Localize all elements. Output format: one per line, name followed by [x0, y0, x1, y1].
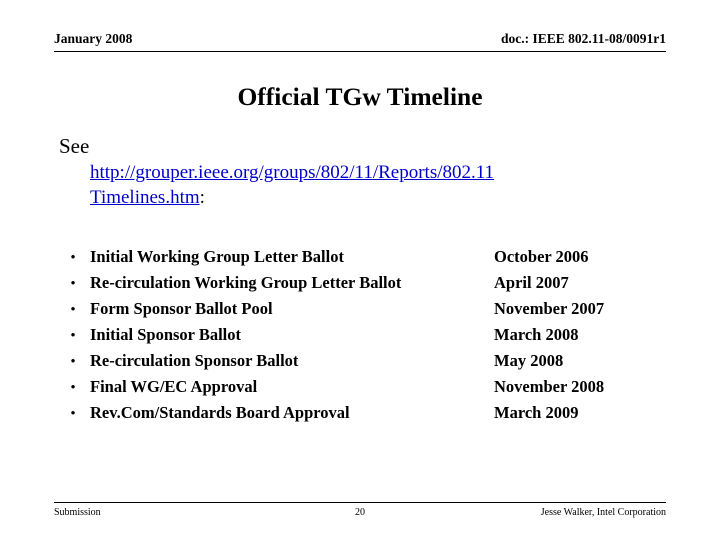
milestone-date: April 2007 — [494, 273, 569, 292]
bullet-icon: • — [70, 379, 76, 394]
list-item: • Final WG/EC Approval November 2008 — [54, 374, 666, 400]
timeline-url-link-line2[interactable]: Timelines.htm — [90, 187, 200, 208]
list-item: • Initial Working Group Letter Ballot Oc… — [54, 244, 666, 270]
list-item: • Re-circulation Sponsor Ballot May 2008 — [54, 348, 666, 374]
url-trailing-colon: : — [199, 187, 205, 208]
list-item: • Initial Sponsor Ballot March 2008 — [54, 322, 666, 348]
milestone-label: Initial Working Group Letter Ballot — [90, 247, 344, 266]
list-item: • Re-circulation Working Group Letter Ba… — [54, 270, 666, 296]
milestone-label: Re-circulation Sponsor Ballot — [90, 351, 299, 370]
header-doc-id: doc.: IEEE 802.11-08/0091r1 — [500, 31, 666, 46]
milestone-date: March 2009 — [494, 403, 579, 422]
bullet-icon: • — [70, 405, 76, 420]
milestone-date: November 2007 — [494, 299, 605, 318]
see-label: See — [59, 134, 90, 158]
reference-url: http://grouper.ieee.org/groups/802/11/Re… — [54, 160, 666, 210]
bullet-icon: • — [70, 249, 76, 264]
slide-footer: Submission 20 Jesse Walker, Intel Corpor… — [54, 502, 666, 520]
milestone-date: March 2008 — [494, 325, 579, 344]
milestone-label: Final WG/EC Approval — [90, 377, 258, 396]
milestone-label: Re-circulation Working Group Letter Ball… — [90, 273, 402, 292]
body-content: See http://grouper.ieee.org/groups/802/1… — [54, 133, 666, 210]
milestone-label: Rev.Com/Standards Board Approval — [90, 403, 350, 422]
bullet-icon: • — [70, 327, 76, 342]
milestone-label: Form Sponsor Ballot Pool — [90, 299, 273, 318]
timeline-url-link-line1[interactable]: http://grouper.ieee.org/groups/802/11/Re… — [90, 162, 494, 183]
slide-header: January 2008 doc.: IEEE 802.11-08/0091r1 — [54, 30, 666, 52]
page-title: Official TGw Timeline — [237, 82, 483, 111]
slide: January 2008 doc.: IEEE 802.11-08/0091r1… — [0, 0, 720, 540]
bullet-icon: • — [70, 353, 76, 368]
milestone-date: November 2008 — [494, 377, 605, 396]
list-item: • Form Sponsor Ballot Pool November 2007 — [54, 296, 666, 322]
bullet-icon: • — [70, 275, 76, 290]
header-date: January 2008 — [54, 31, 133, 46]
bullet-icon: • — [70, 301, 76, 316]
milestone-date: October 2006 — [494, 247, 589, 266]
milestone-label: Initial Sponsor Ballot — [90, 325, 241, 344]
list-item: • Rev.Com/Standards Board Approval March… — [54, 400, 666, 426]
milestone-list: • Initial Working Group Letter Ballot Oc… — [54, 244, 666, 426]
milestone-date: May 2008 — [494, 351, 564, 370]
footer-author: Jesse Walker, Intel Corporation — [540, 507, 666, 518]
